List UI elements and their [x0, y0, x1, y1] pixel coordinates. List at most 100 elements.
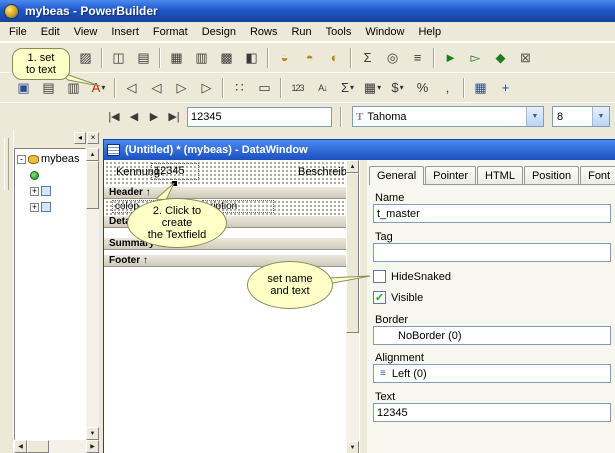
borders-icon[interactable]: ▦	[469, 77, 492, 98]
visible-checkbox[interactable]: ✓	[373, 291, 386, 304]
add-control-icon[interactable]: +	[494, 77, 517, 98]
tree-expander-closed[interactable]: +	[30, 187, 39, 196]
design-surface[interactable]: Kennung: 12345 Beschreib Header ↑ colop …	[104, 160, 346, 453]
tree-row[interactable]: +	[15, 183, 85, 199]
page-next-icon[interactable]: ▶	[145, 106, 163, 127]
page-next-outline-icon[interactable]: ▷	[170, 77, 193, 98]
print-icon[interactable]: ▤	[37, 77, 60, 98]
paste-icon[interactable]: ▨	[74, 47, 97, 68]
menu-item-insert[interactable]: Insert	[104, 24, 146, 40]
collapse-panel-button[interactable]: ◂	[74, 132, 86, 144]
scroll-thumb[interactable]	[86, 161, 99, 209]
close-panel-button[interactable]: ×	[87, 132, 99, 144]
debug-icon[interactable]: ▻	[464, 47, 487, 68]
scroll-up-button[interactable]: ▲	[86, 148, 99, 161]
panels-icon[interactable]: ◫	[107, 47, 130, 68]
run-project-icon[interactable]: ◆	[489, 47, 512, 68]
tree-row[interactable]	[15, 167, 85, 183]
scroll-right-button[interactable]: ▶	[86, 440, 99, 453]
run-icon[interactable]: ►	[439, 47, 462, 68]
app-titlebar[interactable]: mybeas - PowerBuilder	[0, 0, 615, 22]
name-input[interactable]	[373, 204, 611, 223]
scroll-thumb[interactable]	[27, 440, 49, 453]
tab-general[interactable]: General	[369, 166, 424, 185]
tabular-icon[interactable]: ▥	[190, 47, 213, 68]
border-combo[interactable]: NoBorder (0)	[373, 326, 611, 345]
page-first-icon[interactable]: |◀	[105, 106, 123, 127]
grid-dots-icon[interactable]: ∷	[228, 77, 251, 98]
tree-expander-open[interactable]: -	[17, 155, 26, 164]
zoom-icon[interactable]: ◎	[381, 47, 404, 68]
grid-style-icon[interactable]: ▦	[165, 47, 188, 68]
header-band-content[interactable]: Kennung: 12345 Beschreib	[104, 160, 346, 186]
text-field-12345[interactable]: 12345	[151, 163, 199, 180]
nup-icon[interactable]: ▩	[215, 47, 238, 68]
design-vscrollbar[interactable]: ▲ ▼	[346, 160, 359, 453]
menu-item-tools[interactable]: Tools	[319, 24, 359, 40]
sum-icon[interactable]: Σ	[356, 47, 379, 68]
sql-icon[interactable]: ◐	[323, 47, 346, 68]
scroll-track[interactable]	[49, 440, 86, 453]
dropdown-arrow-icon[interactable]: ▼	[592, 107, 609, 126]
scroll-track[interactable]	[86, 209, 99, 427]
percent-icon[interactable]: %	[411, 77, 434, 98]
text-input[interactable]	[373, 403, 611, 422]
tree-row[interactable]: +	[15, 199, 85, 215]
tab-order-icon[interactable]: 123	[286, 77, 309, 98]
sum-dropdown-icon[interactable]: Σ	[336, 77, 359, 98]
menu-item-rows[interactable]: Rows	[243, 24, 285, 40]
callout-click-create-textfield: 2. Click to create the Textfield	[127, 198, 227, 248]
options-icon[interactable]: ≡	[406, 47, 429, 68]
scroll-up-button[interactable]: ▲	[346, 160, 359, 173]
menu-item-format[interactable]: Format	[146, 24, 195, 40]
tree-expander-closed[interactable]: +	[30, 203, 39, 212]
tab-font[interactable]: Font	[580, 166, 615, 184]
ruler-icon[interactable]: ▭	[253, 77, 276, 98]
menu-item-design[interactable]: Design	[195, 24, 243, 40]
scroll-down-button[interactable]: ▼	[346, 441, 359, 453]
menu-item-window[interactable]: Window	[358, 24, 411, 40]
object-tree[interactable]: - mybeas + +	[14, 148, 86, 440]
sort-icon[interactable]: A↓	[311, 77, 334, 98]
menu-item-file[interactable]: File	[2, 24, 34, 40]
page-prev-icon[interactable]: ◀	[125, 106, 143, 127]
crosstab-icon[interactable]: ▦	[361, 77, 384, 98]
menu-item-help[interactable]: Help	[411, 24, 448, 40]
scroll-track[interactable]	[346, 333, 359, 441]
datawindow-titlebar[interactable]: (Untitled) * (mybeas) - DataWindow	[104, 140, 615, 160]
hidesnaked-checkbox[interactable]	[373, 270, 386, 283]
tag-input[interactable]	[373, 243, 611, 262]
font-name-combo[interactable]: T Tahoma ▼	[352, 106, 544, 127]
page-first-outline-icon[interactable]: ◁	[120, 77, 143, 98]
menu-item-run[interactable]: Run	[284, 24, 318, 40]
header-band-bar[interactable]: Header ↑	[104, 186, 346, 199]
db-profile-icon[interactable]: ◓	[298, 47, 321, 68]
style-text-input[interactable]	[187, 107, 332, 127]
tree-vscrollbar[interactable]: ▲ ▼	[86, 148, 99, 440]
database-icon[interactable]: ◒	[273, 47, 296, 68]
menu-item-view[interactable]: View	[67, 24, 105, 40]
tree-hscrollbar[interactable]: ◀ ▶	[14, 440, 99, 453]
beschreib-label[interactable]: Beschreib	[298, 166, 346, 178]
exit-icon[interactable]: ⊠	[514, 47, 537, 68]
comma-icon[interactable]: ,	[436, 77, 459, 98]
tab-position[interactable]: Position	[524, 166, 579, 184]
objects-icon[interactable]: ◧	[240, 47, 263, 68]
tree-row-root[interactable]: - mybeas	[15, 151, 85, 167]
scroll-down-button[interactable]: ▼	[86, 427, 99, 440]
scroll-left-button[interactable]: ◀	[14, 440, 27, 453]
dropdown-arrow-icon[interactable]: ▼	[526, 107, 543, 126]
save-icon[interactable]: ▣	[12, 77, 35, 98]
scroll-thumb[interactable]	[346, 173, 359, 333]
menu-item-edit[interactable]: Edit	[34, 24, 67, 40]
page-last-icon[interactable]: ▶|	[165, 106, 183, 127]
pane-splitter[interactable]	[359, 160, 367, 453]
currency-icon[interactable]: $	[386, 77, 409, 98]
page-last-outline-icon[interactable]: ▷	[195, 77, 218, 98]
layout-icon[interactable]: ▤	[132, 47, 155, 68]
font-size-combo[interactable]: 8 ▼	[552, 106, 610, 127]
tab-html[interactable]: HTML	[477, 166, 523, 184]
page-prev-outline-icon[interactable]: ◁	[145, 77, 168, 98]
alignment-combo[interactable]: ≡ Left (0)	[373, 364, 611, 383]
tab-pointer[interactable]: Pointer	[425, 166, 476, 184]
